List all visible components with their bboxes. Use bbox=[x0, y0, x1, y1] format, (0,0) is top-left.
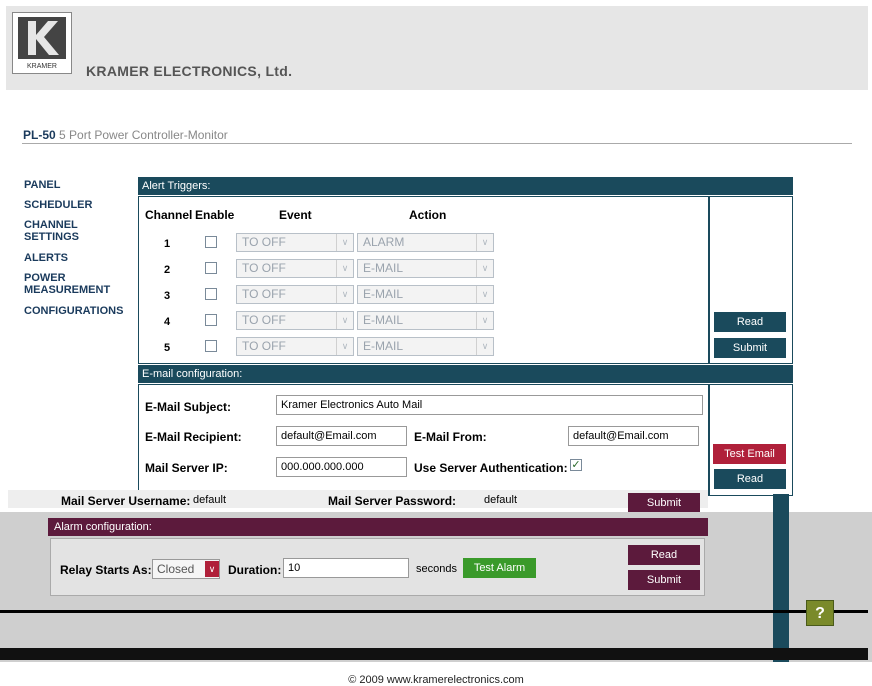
action-value: E-MAIL bbox=[363, 261, 404, 275]
enable-checkbox-4[interactable] bbox=[205, 314, 217, 326]
enable-checkbox-3[interactable] bbox=[205, 288, 217, 300]
chevron-down-icon: ∨ bbox=[476, 312, 493, 329]
duration-input[interactable]: 10 bbox=[283, 558, 409, 578]
mail-server-ip-label: Mail Server IP: bbox=[145, 461, 228, 475]
action-select-5[interactable]: E-MAIL ∨ bbox=[357, 337, 494, 356]
divider bbox=[0, 648, 868, 660]
email-subject-input[interactable]: Kramer Electronics Auto Mail bbox=[276, 395, 703, 415]
mail-server-password-label: Mail Server Password: bbox=[328, 494, 457, 508]
email-from-label: E-Mail From: bbox=[414, 430, 487, 444]
channel-number: 5 bbox=[164, 342, 171, 354]
kramer-logo: KRAMER bbox=[12, 12, 72, 74]
event-value: TO OFF bbox=[242, 287, 286, 301]
footer-copyright: © 2009 www.kramerelectronics.com bbox=[348, 674, 524, 686]
relay-starts-label: Relay Starts As: bbox=[60, 563, 152, 577]
chevron-down-icon: ∨ bbox=[336, 234, 353, 251]
event-select-2[interactable]: TO OFF ∨ bbox=[236, 259, 354, 278]
nav-configurations[interactable]: CONFIGURATIONS bbox=[24, 305, 123, 317]
event-value: TO OFF bbox=[242, 313, 286, 327]
chevron-down-icon: ∨ bbox=[476, 286, 493, 303]
channel-number: 1 bbox=[164, 238, 171, 250]
email-config-title: E-mail configuration: bbox=[138, 365, 793, 383]
action-value: E-MAIL bbox=[363, 287, 404, 301]
chevron-down-icon: ∨ bbox=[476, 260, 493, 277]
mail-server-username-label: Mail Server Username: bbox=[61, 494, 191, 508]
email-read-button[interactable]: Read bbox=[714, 469, 786, 489]
email-submit-button[interactable]: Submit bbox=[628, 493, 700, 513]
alert-triggers-title: Alert Triggers: bbox=[138, 177, 793, 195]
alerts-read-button[interactable]: Read bbox=[714, 312, 786, 332]
side-strip bbox=[773, 494, 789, 662]
channel-number: 3 bbox=[164, 290, 171, 302]
event-select-1[interactable]: TO OFF ∨ bbox=[236, 233, 354, 252]
test-alarm-button[interactable]: Test Alarm bbox=[463, 558, 536, 578]
event-value: TO OFF bbox=[242, 235, 286, 249]
duration-label: Duration: bbox=[228, 563, 282, 577]
relay-value: Closed bbox=[157, 562, 195, 576]
email-recipient-label: E-Mail Recipient: bbox=[145, 430, 242, 444]
mail-server-username-input[interactable]: default bbox=[193, 494, 226, 506]
mail-server-ip-input[interactable]: 000.000.000.000 bbox=[276, 457, 407, 477]
alarm-config-title: Alarm configuration: bbox=[48, 518, 708, 536]
chevron-down-icon: ∨ bbox=[336, 312, 353, 329]
server-auth-label: Use Server Authentication: bbox=[414, 461, 568, 475]
chevron-down-icon: ∨ bbox=[205, 561, 219, 577]
event-select-3[interactable]: TO OFF ∨ bbox=[236, 285, 354, 304]
nav-panel[interactable]: PANEL bbox=[24, 179, 60, 191]
channel-number: 2 bbox=[164, 264, 171, 276]
chevron-down-icon: ∨ bbox=[336, 286, 353, 303]
action-select-4[interactable]: E-MAIL ∨ bbox=[357, 311, 494, 330]
alerts-submit-button[interactable]: Submit bbox=[714, 338, 786, 358]
divider bbox=[22, 143, 852, 144]
enable-checkbox-2[interactable] bbox=[205, 262, 217, 274]
nav-channel-settings[interactable]: CHANNEL SETTINGS bbox=[24, 219, 94, 243]
col-header-event: Event bbox=[279, 208, 312, 222]
col-header-enable: Enable bbox=[195, 208, 235, 222]
action-value: E-MAIL bbox=[363, 339, 404, 353]
chevron-down-icon: ∨ bbox=[336, 260, 353, 277]
help-icon[interactable]: ? bbox=[806, 600, 834, 626]
event-value: TO OFF bbox=[242, 261, 286, 275]
alarm-read-button[interactable]: Read bbox=[628, 545, 700, 565]
mail-server-password-input[interactable]: default bbox=[484, 494, 517, 506]
nav-power-measurement[interactable]: POWER MEASUREMENT bbox=[24, 272, 114, 296]
model-name: PL-50 bbox=[23, 128, 56, 142]
chevron-down-icon: ∨ bbox=[476, 234, 493, 251]
nav-scheduler[interactable]: SCHEDULER bbox=[24, 199, 92, 211]
email-from-input[interactable]: default@Email.com bbox=[568, 426, 699, 446]
seconds-label: seconds bbox=[416, 563, 457, 575]
relay-starts-select[interactable]: Closed ∨ bbox=[152, 559, 220, 579]
action-value: ALARM bbox=[363, 235, 405, 249]
col-header-action: Action bbox=[409, 208, 447, 222]
alarm-submit-button[interactable]: Submit bbox=[628, 570, 700, 590]
col-header-channel: Channel bbox=[145, 208, 193, 222]
logo-label: KRAMER bbox=[27, 63, 57, 70]
chevron-down-icon: ∨ bbox=[336, 338, 353, 355]
server-auth-checkbox[interactable]: ✓ bbox=[570, 459, 582, 471]
company-name: KRAMER ELECTRONICS, Ltd. bbox=[86, 63, 293, 79]
event-select-5[interactable]: TO OFF ∨ bbox=[236, 337, 354, 356]
event-value: TO OFF bbox=[242, 339, 286, 353]
chevron-down-icon: ∨ bbox=[476, 338, 493, 355]
test-email-button[interactable]: Test Email bbox=[713, 444, 786, 464]
k-logo-icon bbox=[18, 17, 66, 59]
action-select-1[interactable]: ALARM ∨ bbox=[357, 233, 494, 252]
divider bbox=[0, 610, 868, 613]
model-description: 5 Port Power Controller-Monitor bbox=[59, 128, 228, 142]
email-recipient-input[interactable]: default@Email.com bbox=[276, 426, 407, 446]
event-select-4[interactable]: TO OFF ∨ bbox=[236, 311, 354, 330]
action-value: E-MAIL bbox=[363, 313, 404, 327]
channel-number: 4 bbox=[164, 316, 171, 328]
header-banner: KRAMER KRAMER ELECTRONICS, Ltd. bbox=[6, 6, 868, 90]
action-select-3[interactable]: E-MAIL ∨ bbox=[357, 285, 494, 304]
page-title: PL-50 5 Port Power Controller-Monitor bbox=[23, 128, 228, 142]
action-select-2[interactable]: E-MAIL ∨ bbox=[357, 259, 494, 278]
nav-alerts[interactable]: ALERTS bbox=[24, 252, 68, 264]
enable-checkbox-1[interactable] bbox=[205, 236, 217, 248]
enable-checkbox-5[interactable] bbox=[205, 340, 217, 352]
email-subject-label: E-Mail Subject: bbox=[145, 400, 232, 414]
